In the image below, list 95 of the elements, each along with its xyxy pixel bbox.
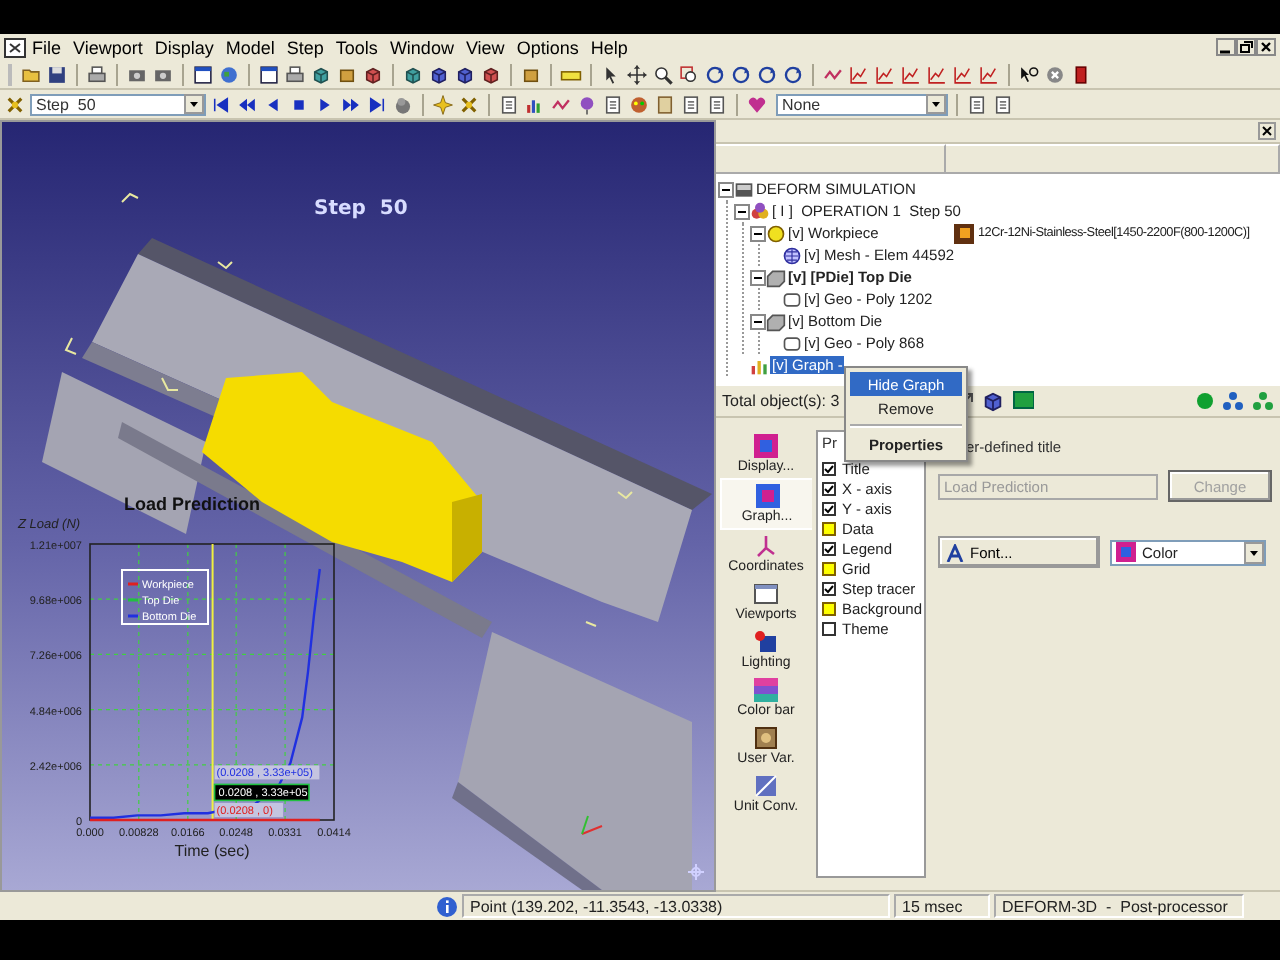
restore-icon[interactable] — [1236, 38, 1256, 56]
printer-icon[interactable] — [86, 63, 108, 85]
minimize-icon[interactable] — [1216, 38, 1236, 56]
heart-icon[interactable] — [746, 93, 768, 115]
object-count: Total object(s): 3 — [722, 392, 840, 410]
step-label: Step 50 — [314, 198, 408, 220]
geometry-icon — [782, 333, 802, 353]
scroll-icon[interactable] — [654, 93, 676, 115]
checkbox[interactable] — [822, 581, 836, 595]
expander-icon[interactable] — [750, 225, 766, 241]
window-icon[interactable] — [258, 63, 280, 85]
window-icon[interactable] — [192, 63, 214, 85]
checkbox[interactable] — [822, 501, 836, 515]
menu-item[interactable]: Step — [280, 37, 330, 57]
status-app: DEFORM-3D - Post-processor — [994, 894, 1244, 918]
document-icon[interactable] — [680, 93, 702, 115]
cube-icon[interactable] — [480, 63, 502, 85]
axis-title: Time (sec) — [174, 842, 250, 860]
menu-item[interactable]: Model — [219, 37, 281, 57]
sparkle-icon[interactable] — [432, 93, 454, 115]
help-pointer-icon[interactable] — [1018, 63, 1040, 85]
palette-icon[interactable] — [628, 93, 650, 115]
hierarchy-icon[interactable] — [1222, 390, 1244, 412]
app-icon[interactable] — [4, 37, 26, 57]
caret-icon[interactable] — [184, 94, 204, 114]
skip-to-end-icon[interactable] — [366, 93, 388, 115]
axis-triad-icon — [578, 814, 606, 838]
document-icon[interactable] — [706, 93, 728, 115]
printer-icon[interactable] — [284, 63, 306, 85]
cube-icon[interactable] — [981, 390, 1004, 412]
cube-icon[interactable] — [362, 63, 384, 85]
line-chart-icon[interactable] — [848, 63, 870, 85]
expander-icon[interactable] — [718, 181, 734, 197]
skip-to-start-icon[interactable] — [210, 93, 232, 115]
info-icon — [436, 895, 458, 917]
cube-icon[interactable] — [428, 63, 450, 85]
move-icon[interactable] — [626, 63, 648, 85]
rotate-icon[interactable] — [756, 63, 778, 85]
step-dropdown[interactable]: Step 50 — [30, 93, 206, 115]
save-icon[interactable] — [46, 63, 68, 85]
menu-item[interactable]: Options — [510, 37, 585, 57]
dot-icon[interactable] — [1196, 392, 1214, 410]
expander-icon[interactable] — [750, 269, 766, 285]
status-time: 15 msec — [894, 894, 990, 918]
checkbox[interactable] — [822, 461, 836, 475]
document-icon[interactable] — [498, 93, 520, 115]
document-icon[interactable] — [992, 93, 1014, 115]
search-icon[interactable] — [652, 63, 674, 85]
caret-icon[interactable] — [926, 94, 946, 114]
line-chart-icon[interactable] — [952, 63, 974, 85]
cube-icon[interactable] — [310, 63, 332, 85]
checkbox[interactable] — [822, 481, 836, 495]
menu-item[interactable]: Tools — [329, 37, 384, 57]
rotate-icon[interactable] — [782, 63, 804, 85]
menu-item[interactable]: Viewport — [67, 37, 149, 57]
caret-icon[interactable] — [1244, 541, 1264, 563]
zoom-box-icon[interactable] — [678, 63, 700, 85]
color-swatch[interactable] — [822, 561, 836, 575]
hierarchy-icon[interactable] — [1252, 390, 1274, 412]
chart-title: Load Prediction — [124, 494, 260, 514]
close-icon[interactable] — [1258, 122, 1276, 140]
menu-item[interactable]: Display — [148, 37, 220, 57]
line-chart-icon[interactable] — [874, 63, 896, 85]
status-message: Point (139.202, -11.3543, -13.0338) — [462, 894, 890, 918]
menu-item[interactable]: View — [459, 37, 511, 57]
expander-icon[interactable] — [734, 203, 750, 219]
checkbox[interactable] — [822, 621, 836, 635]
font-icon — [946, 543, 964, 561]
blob-icon[interactable] — [392, 93, 414, 115]
view-dropdown[interactable]: None — [776, 93, 948, 115]
checkbox[interactable] — [822, 541, 836, 555]
globe-icon[interactable] — [218, 63, 240, 85]
geometry-icon — [782, 289, 802, 309]
rotate-icon[interactable] — [730, 63, 752, 85]
monitor-icon[interactable] — [1011, 390, 1034, 412]
cube-icon[interactable] — [402, 63, 424, 85]
color-swatch[interactable] — [822, 521, 836, 535]
menu-item[interactable]: Help — [584, 37, 634, 57]
menu-item[interactable]: Window — [383, 37, 460, 57]
legend — [121, 569, 209, 625]
menu-item[interactable]: File — [26, 37, 68, 57]
pointer-icon[interactable] — [600, 63, 622, 85]
document-icon[interactable] — [966, 93, 988, 115]
mesh-icon — [782, 245, 802, 265]
rotate-icon[interactable] — [704, 63, 726, 85]
line-chart-icon[interactable] — [926, 63, 948, 85]
balloon-icon[interactable] — [576, 93, 598, 115]
close-icon[interactable] — [1256, 38, 1276, 56]
document-icon[interactable] — [602, 93, 624, 115]
color-swatch[interactable] — [822, 601, 836, 615]
expander-icon[interactable] — [750, 313, 766, 329]
line-chart-icon[interactable] — [978, 63, 1000, 85]
cube-icon[interactable] — [454, 63, 476, 85]
exit-icon[interactable] — [1070, 63, 1092, 85]
line-chart-icon[interactable] — [900, 63, 922, 85]
